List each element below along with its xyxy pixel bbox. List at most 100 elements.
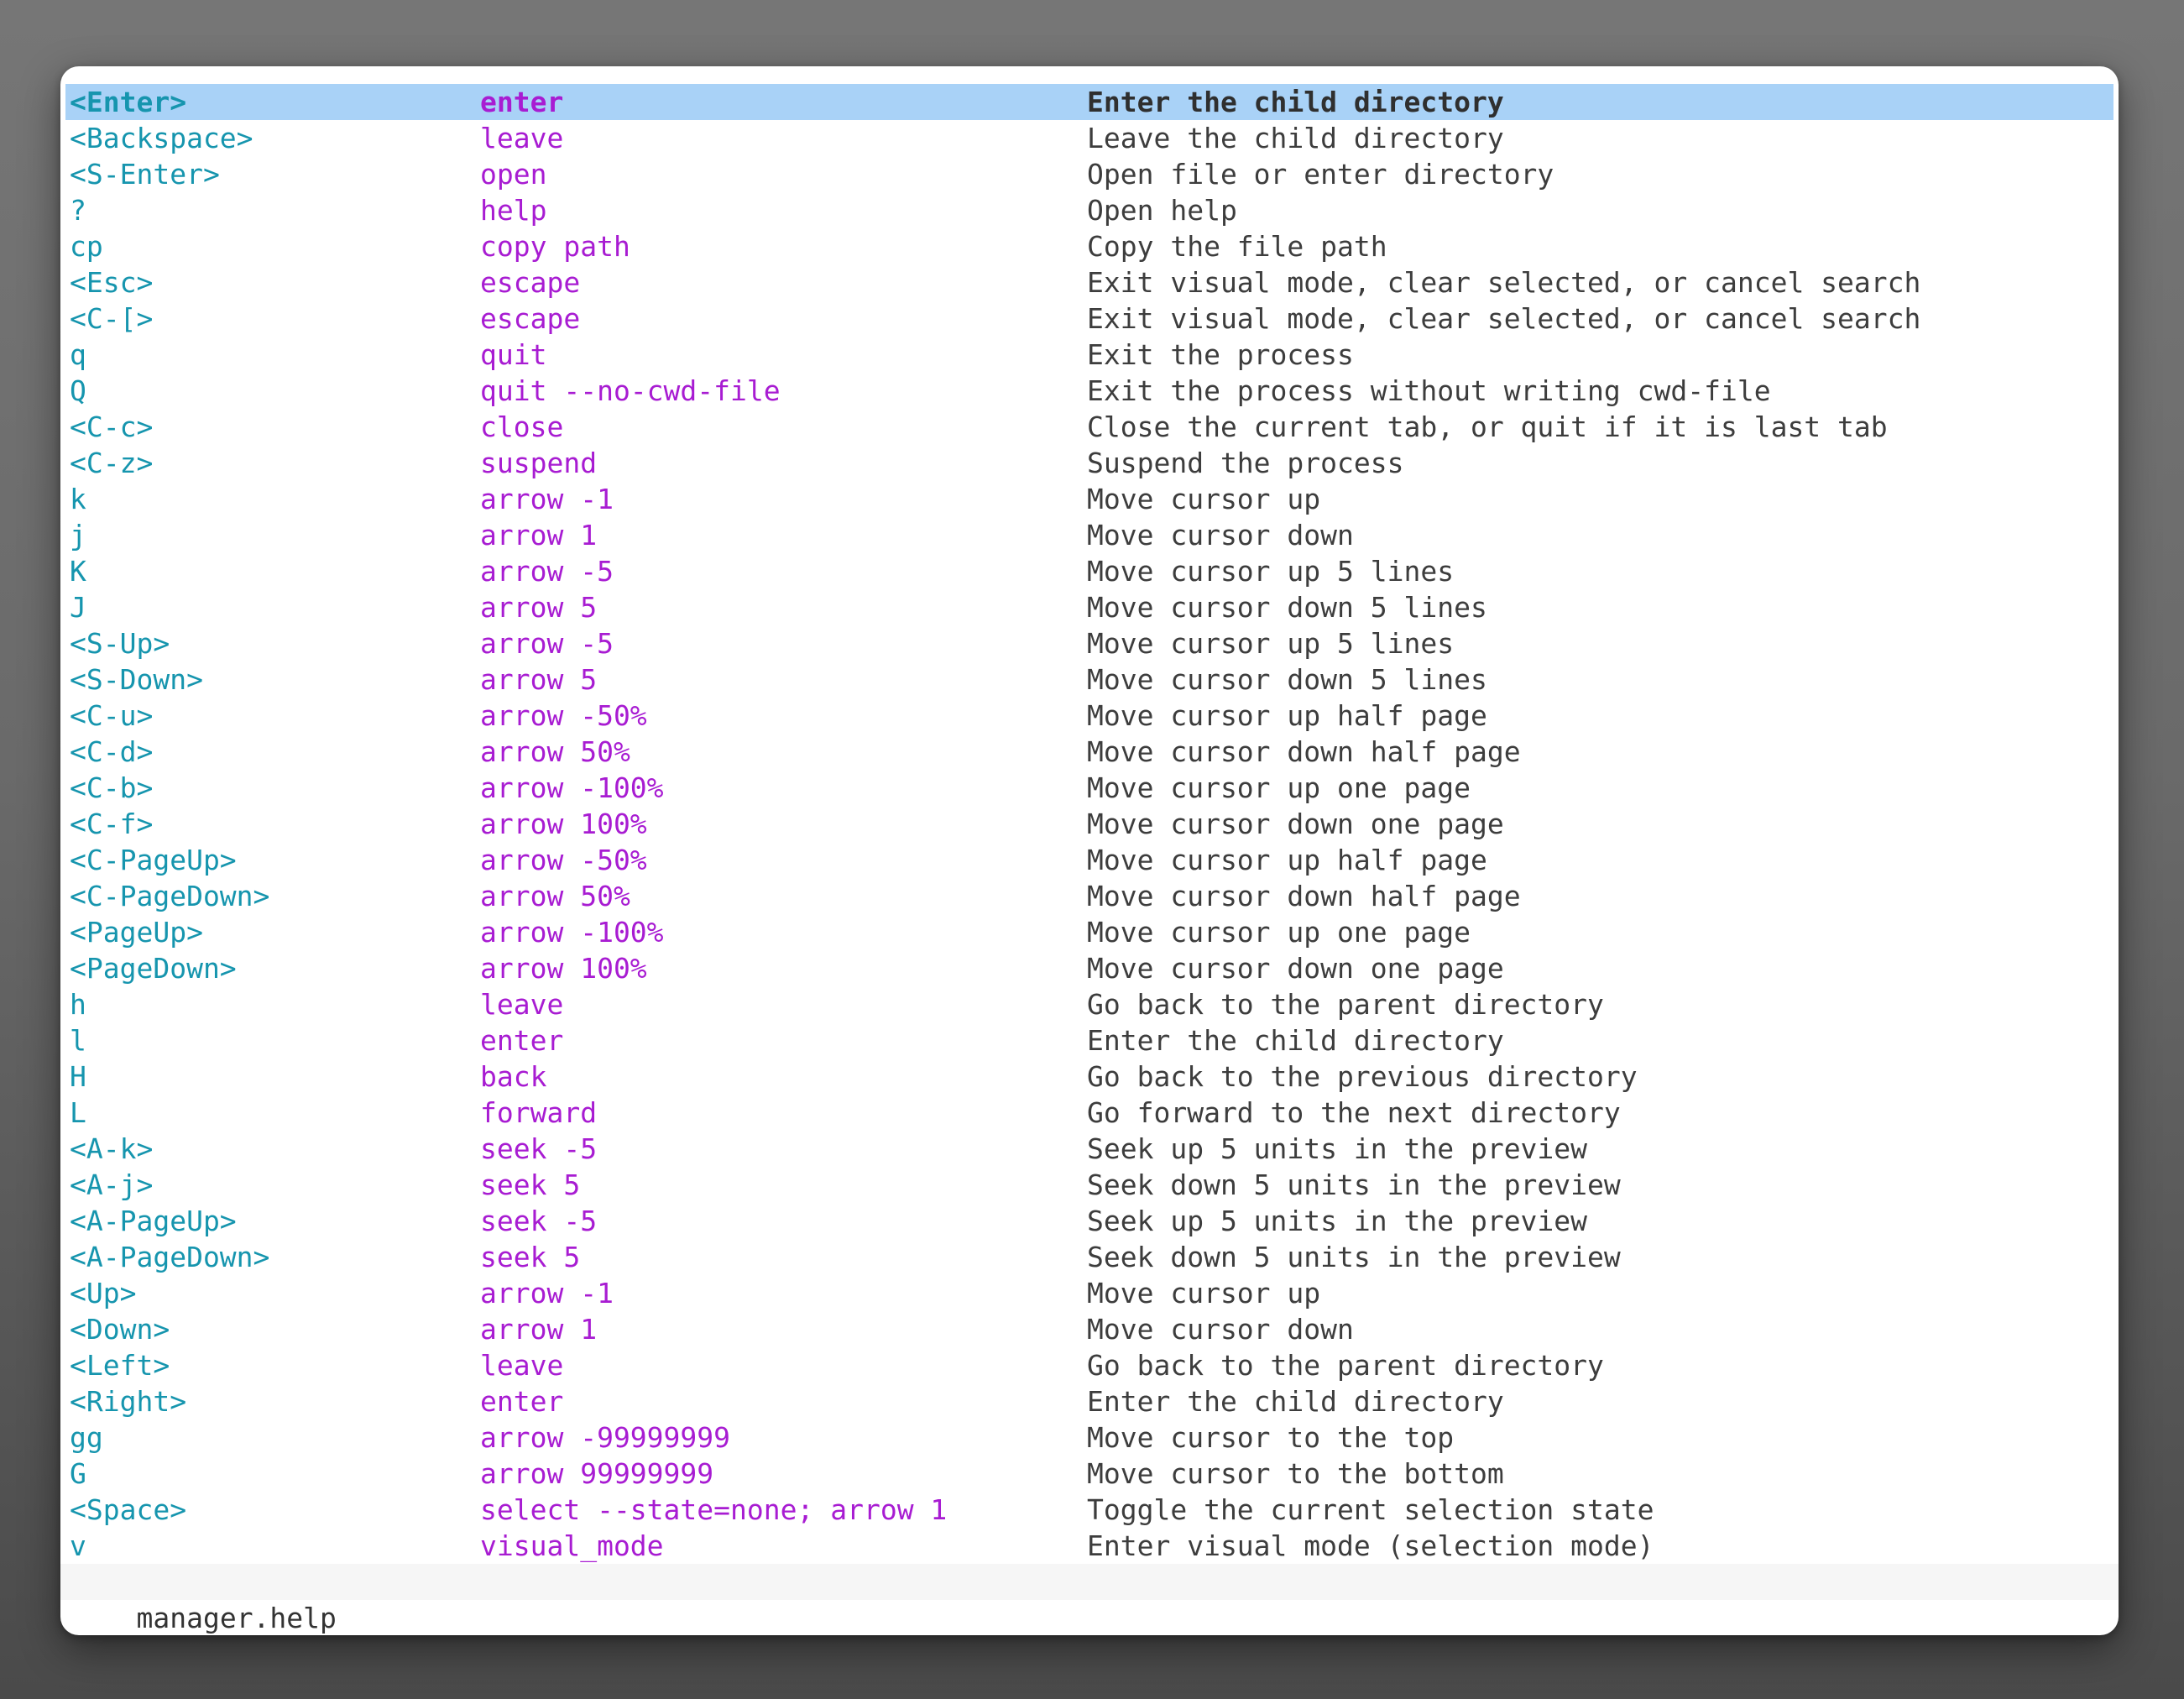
keybind-row[interactable]: ?helpOpen help xyxy=(65,192,2113,228)
description-cell: Move cursor down one page xyxy=(1087,950,1504,986)
keybind-row[interactable]: cpcopy pathCopy the file path xyxy=(65,228,2113,264)
key-cell: L xyxy=(70,1095,86,1131)
key-cell: <Space> xyxy=(70,1492,186,1528)
keybind-row[interactable]: <Enter>enterEnter the child directory xyxy=(65,84,2113,120)
keybind-row[interactable]: <C-f>arrow 100%Move cursor down one page xyxy=(65,806,2113,842)
key-cell: <C-PageUp> xyxy=(70,842,237,878)
key-cell: <Enter> xyxy=(70,84,186,120)
key-cell: <A-k> xyxy=(70,1131,153,1167)
description-cell: Move cursor up 5 lines xyxy=(1087,553,1454,589)
description-cell: Enter the child directory xyxy=(1087,1022,1504,1059)
keybind-row[interactable]: <A-k>seek -5Seek up 5 units in the previ… xyxy=(65,1131,2113,1167)
description-cell: Open help xyxy=(1087,192,1237,228)
keybind-row[interactable]: ggarrow -99999999Move cursor to the top xyxy=(65,1419,2113,1456)
keybind-row[interactable]: <S-Enter>openOpen file or enter director… xyxy=(65,156,2113,192)
keybind-row[interactable]: <Backspace>leaveLeave the child director… xyxy=(65,120,2113,156)
key-cell: K xyxy=(70,553,86,589)
command-cell: arrow 5 xyxy=(480,589,597,625)
command-cell: leave xyxy=(480,986,563,1022)
key-cell: <C-[> xyxy=(70,301,153,337)
keybind-row[interactable]: <A-PageDown>seek 5Seek down 5 units in t… xyxy=(65,1239,2113,1275)
keybind-row[interactable]: <Esc>escapeExit visual mode, clear selec… xyxy=(65,264,2113,301)
description-cell: Go back to the parent directory xyxy=(1087,986,1604,1022)
description-cell: Exit the process xyxy=(1087,337,1354,373)
description-cell: Move cursor to the bottom xyxy=(1087,1456,1504,1492)
command-cell: enter xyxy=(480,84,563,120)
keybind-row[interactable]: <S-Up>arrow -5Move cursor up 5 lines xyxy=(65,625,2113,661)
description-cell: Enter visual mode (selection mode) xyxy=(1087,1528,1654,1564)
keybind-row[interactable]: <PageDown>arrow 100%Move cursor down one… xyxy=(65,950,2113,986)
command-cell: select --state=none; arrow 1 xyxy=(480,1492,947,1528)
keybind-row[interactable]: <C-c>closeClose the current tab, or quit… xyxy=(65,409,2113,445)
keybind-row[interactable]: <C-u>arrow -50%Move cursor up half page xyxy=(65,698,2113,734)
keybind-row[interactable]: <PageUp>arrow -100%Move cursor up one pa… xyxy=(65,914,2113,950)
keybind-row[interactable]: <Right>enterEnter the child directory xyxy=(65,1383,2113,1419)
description-cell: Enter the child directory xyxy=(1087,1383,1504,1419)
description-cell: Go back to the parent directory xyxy=(1087,1347,1604,1383)
description-cell: Suspend the process xyxy=(1087,445,1404,481)
key-cell: <C-PageDown> xyxy=(70,878,269,914)
keybind-row[interactable]: Qquit --no-cwd-fileExit the process with… xyxy=(65,373,2113,409)
command-cell: quit xyxy=(480,337,546,373)
keybind-row[interactable]: <Left>leaveGo back to the parent directo… xyxy=(65,1347,2113,1383)
keybind-row[interactable]: Jarrow 5Move cursor down 5 lines xyxy=(65,589,2113,625)
key-cell: v xyxy=(70,1528,86,1564)
description-cell: Move cursor up xyxy=(1087,1275,1320,1311)
status-layer-label: manager.help xyxy=(136,1602,336,1634)
keybind-row[interactable]: LforwardGo forward to the next directory xyxy=(65,1095,2113,1131)
description-cell: Go back to the previous directory xyxy=(1087,1059,1638,1095)
command-cell: arrow 100% xyxy=(480,806,647,842)
keybind-row[interactable]: lenterEnter the child directory xyxy=(65,1022,2113,1059)
keybind-row[interactable]: Karrow -5Move cursor up 5 lines xyxy=(65,553,2113,589)
command-cell: seek -5 xyxy=(480,1131,597,1167)
keybind-row[interactable]: <C-PageUp>arrow -50%Move cursor up half … xyxy=(65,842,2113,878)
keybinding-list: <Enter> enter Enter the child directory <Ba… xyxy=(65,84,2113,1564)
keybind-row[interactable]: <C-z>suspendSuspend the process xyxy=(65,445,2113,481)
key-cell: cp xyxy=(70,228,103,264)
key-cell: h xyxy=(70,986,86,1022)
key-cell: H xyxy=(70,1059,86,1095)
keybind-row[interactable]: jarrow 1Move cursor down xyxy=(65,517,2113,553)
command-cell: quit --no-cwd-file xyxy=(480,373,781,409)
keybind-row[interactable]: <A-j>seek 5Seek down 5 units in the prev… xyxy=(65,1167,2113,1203)
keybind-row[interactable]: <C-d>arrow 50%Move cursor down half page xyxy=(65,734,2113,770)
keybind-row[interactable]: <S-Down>arrow 5Move cursor down 5 lines xyxy=(65,661,2113,698)
key-cell: G xyxy=(70,1456,86,1492)
keybind-row[interactable]: <C-b>arrow -100%Move cursor up one page xyxy=(65,770,2113,806)
key-cell: <PageUp> xyxy=(70,914,203,950)
description-cell: Seek up 5 units in the preview xyxy=(1087,1203,1587,1239)
command-cell: escape xyxy=(480,264,580,301)
description-cell: Toggle the current selection state xyxy=(1087,1492,1654,1528)
help-window: <Enter> enter Enter the child directory <Ba… xyxy=(60,66,2119,1635)
keybind-row[interactable]: <C-[>escapeExit visual mode, clear selec… xyxy=(65,301,2113,337)
keybind-row[interactable]: <A-PageUp>seek -5Seek up 5 units in the … xyxy=(65,1203,2113,1239)
keybind-row[interactable]: <Down>arrow 1Move cursor down xyxy=(65,1311,2113,1347)
keybind-row[interactable]: karrow -1Move cursor up xyxy=(65,481,2113,517)
keybind-row[interactable]: HbackGo back to the previous directory xyxy=(65,1059,2113,1095)
key-cell: <S-Up> xyxy=(70,625,170,661)
keybind-row[interactable]: <Space> select --state=none; arrow 1 Toggl… xyxy=(65,1492,2113,1528)
command-cell: arrow 5 xyxy=(480,661,597,698)
keybind-row[interactable]: <Up>arrow -1Move cursor up xyxy=(65,1275,2113,1311)
keybind-row[interactable]: v visual_mode Enter visual mode (selection… xyxy=(65,1528,2113,1564)
description-cell: Seek down 5 units in the preview xyxy=(1087,1167,1621,1203)
key-cell: <C-f> xyxy=(70,806,153,842)
command-cell: arrow -50% xyxy=(480,698,647,734)
key-cell: <Esc> xyxy=(70,264,153,301)
keybind-row[interactable]: qquitExit the process xyxy=(65,337,2113,373)
command-cell: arrow -5 xyxy=(480,625,614,661)
command-cell: visual_mode xyxy=(480,1528,664,1564)
keybind-row[interactable]: Garrow 99999999Move cursor to the bottom xyxy=(65,1456,2113,1492)
key-cell: <C-c> xyxy=(70,409,153,445)
command-cell: seek 5 xyxy=(480,1239,580,1275)
command-cell: arrow 1 xyxy=(480,517,597,553)
command-cell: help xyxy=(480,192,546,228)
keybind-row[interactable]: h leave Go back to the parent directory xyxy=(65,986,2113,1022)
keybind-row[interactable]: <C-PageDown>arrow 50%Move cursor down ha… xyxy=(65,878,2113,914)
description-cell: Move cursor up one page xyxy=(1087,770,1471,806)
description-cell: Close the current tab, or quit if it is … xyxy=(1087,409,1888,445)
key-cell: j xyxy=(70,517,86,553)
command-cell: enter xyxy=(480,1022,563,1059)
key-cell: <Up> xyxy=(70,1275,136,1311)
key-cell: <C-d> xyxy=(70,734,153,770)
